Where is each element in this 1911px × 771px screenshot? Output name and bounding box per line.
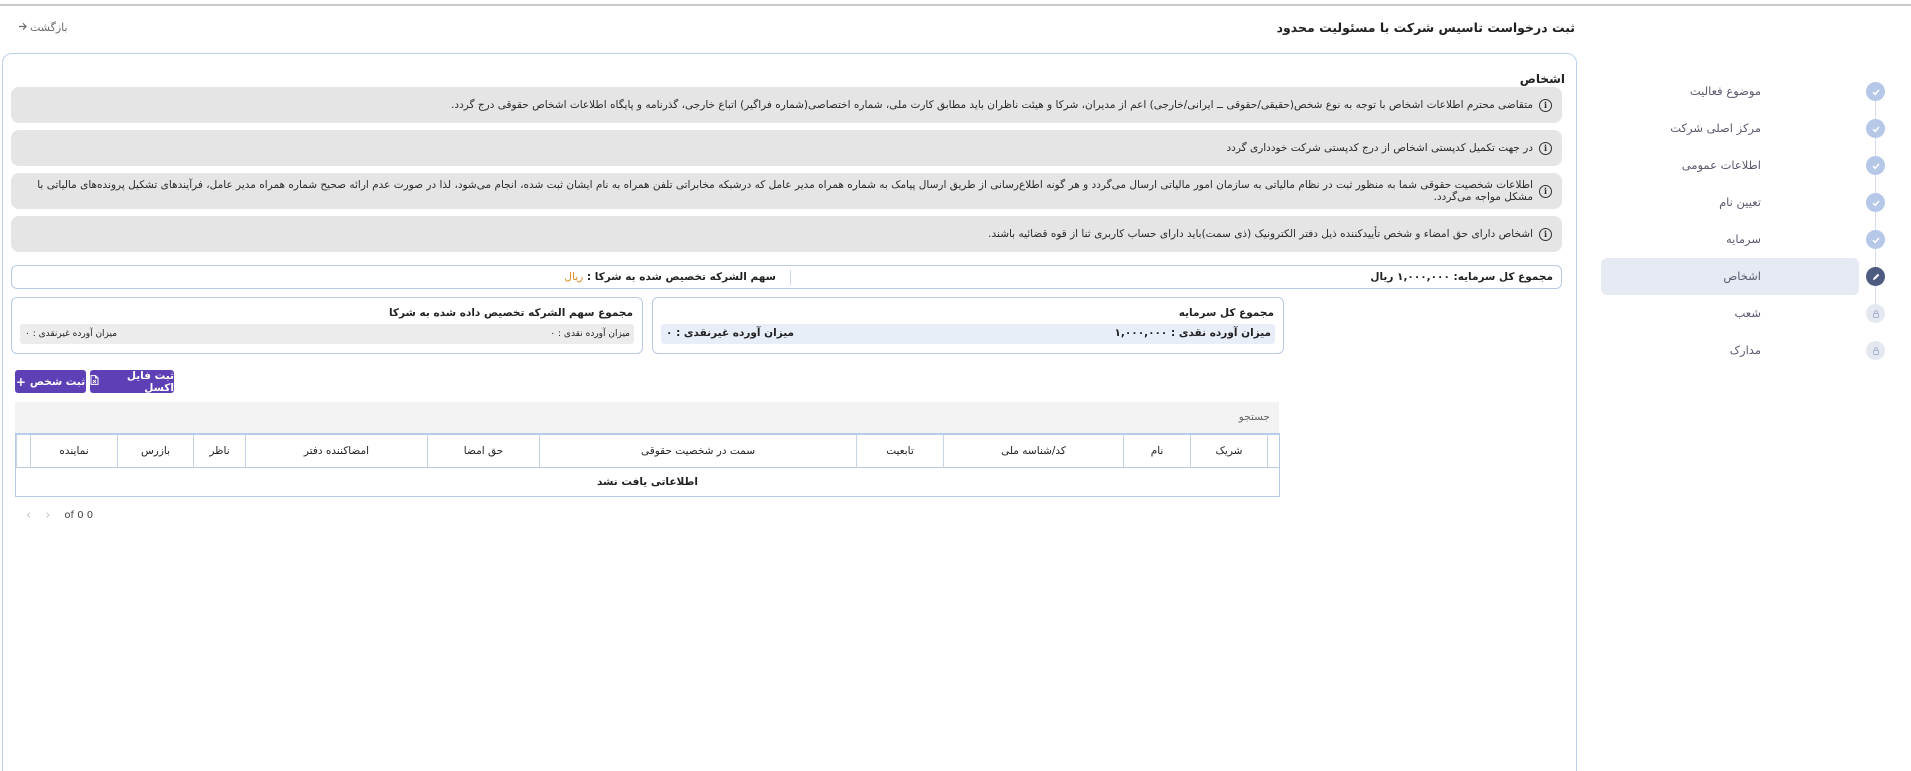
notice-tax: i اطلاعات شخصیت حقوقی شما به منظور ثبت د… [11, 173, 1562, 209]
section-title: اشخاص [1519, 72, 1565, 86]
column-nationality[interactable]: تابعیت [856, 435, 943, 468]
step-persons[interactable]: اشخاص [1601, 258, 1885, 295]
allocated-shares-box: مجموع سهم الشرکه تخصیص داده شده به شرکا … [11, 297, 643, 354]
cash-contribution: میزان آورده نقدی : ۰ [550, 329, 630, 339]
check-icon [1866, 193, 1885, 212]
plus-icon: + [15, 374, 26, 389]
table-header: شریک نام کد/شناسه ملی تابعیت سمت در شخصی… [16, 434, 1279, 468]
column-name[interactable]: نام [1123, 435, 1190, 468]
step-label: مرکز اصلی شرکت [1670, 121, 1761, 135]
steps-sidebar: موضوع فعالیت مرکز اصلی شرکت اطلاعات عموم… [1601, 73, 1885, 369]
chevron-right-icon[interactable]: › [45, 508, 50, 523]
step-capital[interactable]: سرمایه [1601, 221, 1885, 258]
cash-contribution: میزان آورده نقدی : ۱,۰۰۰,۰۰۰ [1114, 327, 1272, 339]
info-icon: i [1539, 141, 1552, 155]
column-select [1267, 435, 1280, 468]
box-title: مجموع سهم الشرکه تخصیص داده شده به شرکا [388, 307, 633, 319]
upload-excel-label: ثبت فایل اکسل [126, 369, 174, 394]
column-national-id[interactable]: کد/شناسه ملی [943, 435, 1123, 468]
step-branches: شعب [1601, 295, 1885, 332]
arrow-right-icon [18, 21, 27, 34]
step-general-info[interactable]: اطلاعات عمومی [1601, 147, 1885, 184]
step-label: تعیین نام [1719, 195, 1761, 209]
non-cash-contribution: میزان آورده غیرنقدی : ۰ [666, 327, 795, 339]
step-label: شعب [1734, 306, 1761, 320]
lock-icon [1866, 304, 1885, 323]
allocated-shares-text: سهم الشرکه تخصیص شده به شرکا : ریال [564, 271, 776, 283]
check-icon [1866, 230, 1885, 249]
pagination-label: of 0 0 [64, 510, 94, 521]
total-capital-box: مجموع کل سرمایه میزان آورده نقدی : ۱,۰۰۰… [652, 297, 1284, 354]
check-icon [1866, 119, 1885, 138]
chevron-left-icon[interactable]: ‹ [26, 508, 31, 523]
notice-text: در جهت تکمیل کدپستی اشخاص از درج کدپستی … [1226, 142, 1533, 154]
back-label: بازگشت [30, 21, 68, 34]
step-label: اشخاص [1723, 269, 1761, 283]
column-inspector[interactable]: بازرس [117, 435, 193, 468]
info-icon: i [1539, 98, 1552, 112]
shares-breakdown: میزان آورده نقدی : ۰ میزان آورده غیرنقدی… [20, 324, 634, 344]
allocated-label: سهم الشرکه تخصیص شده به شرکا : [586, 271, 776, 283]
notice-text: متقاضی محترم اطلاعات اشخاص با توجه به نو… [451, 99, 1533, 111]
notice-text: اطلاعات شخصیت حقوقی شما به منظور ثبت در … [37, 179, 1533, 203]
step-label: موضوع فعالیت [1689, 84, 1761, 98]
total-capital-text: مجموع کل سرمایه: ۱,۰۰۰,۰۰۰ ریال [1370, 271, 1553, 283]
pagination: ‹ › of 0 0 [26, 508, 93, 523]
box-title: مجموع کل سرمایه [1178, 307, 1274, 319]
column-supervisor[interactable]: ناظر [193, 435, 245, 468]
pencil-icon [1866, 267, 1885, 286]
add-person-label: ثبت شخص [29, 375, 86, 388]
upload-excel-button[interactable]: ثبت فایل اکسل [90, 369, 174, 394]
step-activity[interactable]: موضوع فعالیت [1601, 73, 1885, 110]
search-input[interactable]: جستجو [15, 402, 1279, 433]
step-naming[interactable]: تعیین نام [1601, 184, 1885, 221]
step-label: اطلاعات عمومی [1681, 158, 1761, 172]
back-link[interactable]: بازگشت [18, 21, 68, 34]
step-label: سرمایه [1725, 232, 1761, 246]
non-cash-contribution: میزان آورده غیرنقدی : ۰ [25, 329, 118, 339]
info-icon: i [1539, 184, 1552, 198]
top-divider [0, 4, 1911, 6]
notice-postal: i در جهت تکمیل کدپستی اشخاص از درج کدپست… [11, 130, 1562, 166]
column-partner[interactable]: شریک [1190, 435, 1267, 468]
lock-icon [1866, 341, 1885, 360]
column-role[interactable]: سمت در شخصیت حقوقی [539, 435, 856, 468]
step-main-office[interactable]: مرکز اصلی شرکت [1601, 110, 1885, 147]
notice-text: اشخاص دارای حق امضاء و شخص تأییدکننده ذی… [988, 228, 1533, 240]
step-label: مدارک [1729, 343, 1761, 357]
capital-summary-row: مجموع کل سرمایه: ۱,۰۰۰,۰۰۰ ریال سهم الشر… [11, 265, 1562, 289]
check-icon [1866, 156, 1885, 175]
table-empty-row: اطلاعاتی یافت نشد [596, 476, 699, 488]
notice-identity: i متقاضی محترم اطلاعات اشخاص با توجه به … [11, 87, 1562, 123]
column-actions [16, 435, 30, 468]
capital-breakdown: میزان آورده نقدی : ۱,۰۰۰,۰۰۰ میزان آورده… [661, 324, 1275, 344]
info-icon: i [1539, 227, 1552, 241]
check-icon [1866, 82, 1885, 101]
search-placeholder: جستجو [1238, 411, 1270, 423]
file-icon [90, 375, 99, 388]
notice-sana: i اشخاص دارای حق امضاء و شخص تأییدکننده … [11, 216, 1562, 252]
column-representative[interactable]: نماینده [30, 435, 117, 468]
page-title: ثبت درخواست تاسیس شرکت با مسئولیت محدود [1276, 20, 1575, 35]
allocated-value: ریال [564, 271, 584, 283]
add-person-button[interactable]: ثبت شخص + [15, 370, 86, 393]
column-book-signer[interactable]: امضاکننده دفتر [245, 435, 427, 468]
divider [790, 270, 791, 285]
persons-table: شریک نام کد/شناسه ملی تابعیت سمت در شخصی… [15, 433, 1280, 497]
column-signature-right[interactable]: حق امضا [427, 435, 539, 468]
step-documents: مدارک [1601, 332, 1885, 369]
